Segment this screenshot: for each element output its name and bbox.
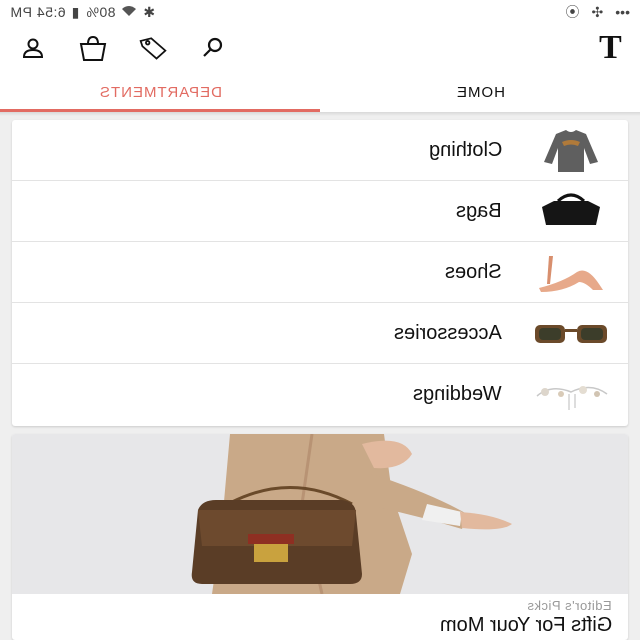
pinwheel-icon: ✣ [591,4,604,20]
status-time: 6:54 PM [10,4,66,20]
tab-departments[interactable]: DEPARTMENTS [0,72,320,112]
feature-title: Gifts For Your Mom [439,614,612,636]
battery-percent: 80% [85,4,116,20]
wifi-icon [121,5,137,19]
featured-story-card[interactable]: Editor's Picks Gifts For Your Mom [12,434,628,640]
tab-home[interactable]: HOME [320,72,640,112]
status-right: ⦿ ✣ ••• [566,5,630,19]
department-item-accessories[interactable]: Accessories [12,303,628,364]
department-label: Shoes [445,260,502,283]
bluetooth-icon: ✱ [143,4,156,20]
tab-divider [0,112,640,116]
department-item-clothing[interactable]: Clothing [12,120,628,181]
shopping-bag-icon[interactable] [78,33,108,63]
departments-list: Clothing Bags Shoes Accessories Weddings [12,120,628,426]
overflow-dots: ••• [615,4,630,20]
tab-bar: DEPARTMENTS HOME [0,72,640,112]
account-icon[interactable] [18,33,48,63]
search-icon[interactable] [198,33,228,63]
department-item-shoes[interactable]: Shoes [12,242,628,303]
tab-departments-label: DEPARTMENTS [98,83,222,101]
status-left: 6:54 PM ▮ 80% ✱ [10,4,156,20]
featured-photo [12,434,628,594]
wedding-thumbnail [528,370,614,418]
app-header: T [0,24,640,72]
sunglasses-thumbnail [528,309,614,357]
status-bar: 6:54 PM ▮ 80% ✱ ⦿ ✣ ••• [0,0,640,24]
tag-icon[interactable] [138,33,168,63]
heel-thumbnail [528,248,614,296]
handbag-thumbnail [528,187,614,235]
feature-eyebrow: Editor's Picks [527,598,612,613]
department-label: Bags [456,199,502,222]
tab-home-label: HOME [455,83,505,101]
department-label: Clothing [428,138,502,161]
battery-icon: ▮ [71,4,80,20]
department-item-weddings[interactable]: Weddings [12,364,628,425]
department-label: Accessories [394,321,502,344]
sweater-thumbnail [528,126,614,174]
department-item-bags[interactable]: Bags [12,181,628,242]
department-label: Weddings [413,383,502,405]
brand-logo[interactable]: T [591,29,622,67]
notification-icon: ⦿ [565,4,580,20]
